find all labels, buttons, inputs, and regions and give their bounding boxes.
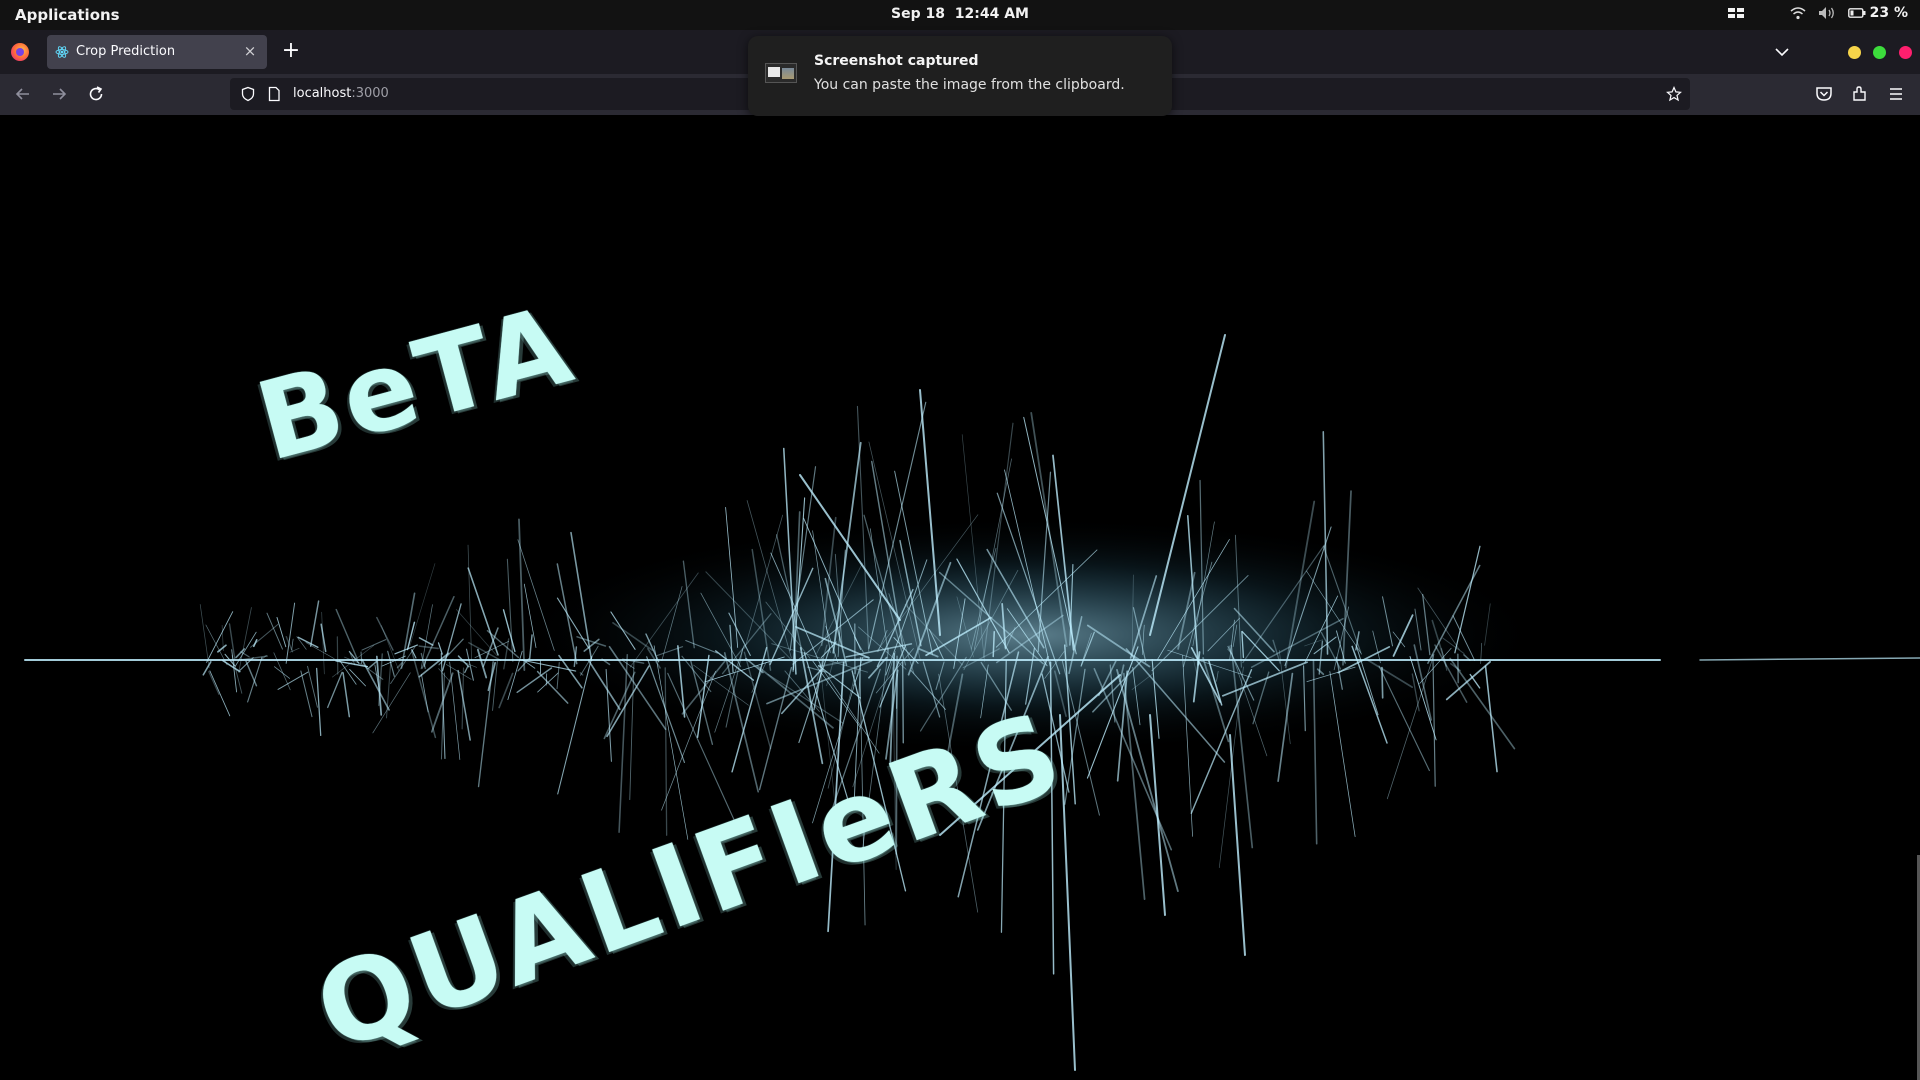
page-info-icon[interactable]: [266, 86, 282, 102]
new-tab-button[interactable]: +: [280, 40, 302, 63]
page-content: BeTA QUALIFIeRS: [0, 115, 1920, 1080]
tracking-protection-shield-icon[interactable]: [240, 86, 256, 102]
battery-icon[interactable]: [1847, 7, 1866, 19]
app-menu-hamburger-icon[interactable]: [1886, 84, 1906, 104]
wifi-icon[interactable]: [1790, 6, 1806, 20]
clock: Sep 18 12:44 AM: [0, 6, 1920, 22]
url-host: localhost: [293, 86, 352, 101]
clock-time[interactable]: 12:44 AM: [955, 6, 1029, 22]
react-favicon-icon: [55, 46, 69, 58]
screenshot-notification[interactable]: Screenshot captured You can paste the im…: [748, 36, 1172, 116]
clock-date[interactable]: Sep 18: [891, 6, 945, 22]
tab-title: Crop Prediction: [76, 44, 176, 59]
list-all-tabs-chevron-down-icon[interactable]: [1772, 44, 1792, 60]
url-port: :3000: [351, 86, 389, 101]
tab-close-icon[interactable]: ×: [241, 42, 259, 60]
back-arrow-icon[interactable]: [13, 84, 33, 104]
pocket-icon[interactable]: [1814, 84, 1834, 104]
window-minimize-button[interactable]: [1848, 46, 1861, 59]
battery-percent[interactable]: 23 %: [1870, 5, 1908, 21]
system-top-bar: Applications Sep 18 12:44 AM 23 %: [0, 0, 1920, 30]
notification-body: You can paste the image from the clipboa…: [814, 77, 1125, 93]
forward-arrow-icon[interactable]: [49, 84, 69, 104]
workspace-icon[interactable]: [1727, 7, 1744, 19]
window-close-button[interactable]: [1899, 46, 1912, 59]
ice-fractal-background: [24, 334, 1920, 1071]
screenshot-thumbnail-icon: [765, 63, 797, 83]
applications-menu[interactable]: Applications: [15, 6, 120, 24]
url-text[interactable]: localhost:3000: [293, 86, 389, 101]
window-maximize-button[interactable]: [1873, 46, 1886, 59]
tab-crop-prediction[interactable]: Crop Prediction ×: [47, 35, 267, 69]
notification-title: Screenshot captured: [814, 53, 979, 69]
system-tray: 23 %: [1727, 5, 1908, 21]
bookmark-star-icon[interactable]: [1666, 86, 1682, 102]
firefox-logo-icon[interactable]: [11, 43, 29, 61]
volume-icon[interactable]: [1818, 6, 1836, 20]
reload-icon[interactable]: [86, 84, 106, 104]
extensions-puzzle-icon[interactable]: [1850, 84, 1870, 104]
